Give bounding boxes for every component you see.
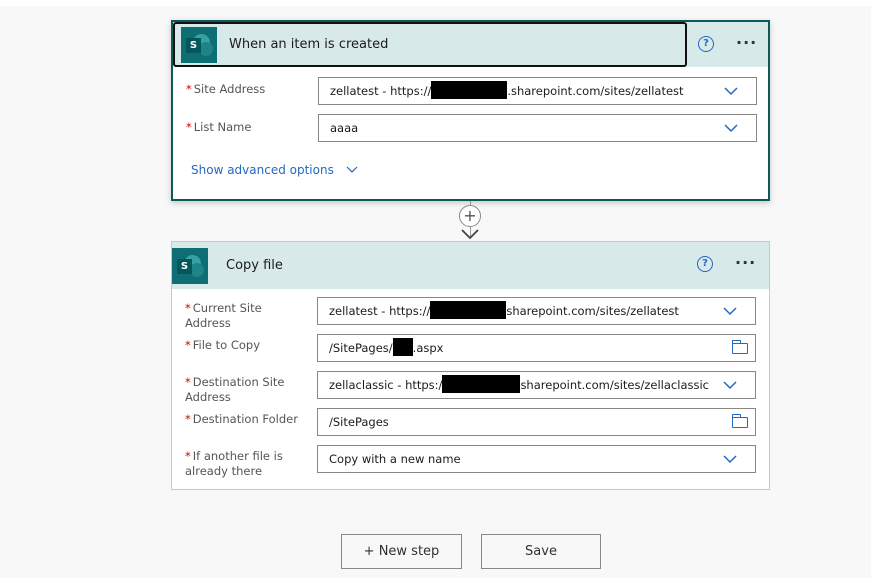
field-value: Copy with a new name	[329, 452, 461, 466]
field-value: /SitePages	[329, 415, 389, 429]
field-label: * Destination Folder	[185, 412, 298, 426]
chevron-down-icon[interactable]	[723, 304, 737, 318]
arrow-down-icon	[461, 229, 479, 240]
sharepoint-icon: S	[181, 27, 217, 63]
list-name-dropdown[interactable]: aaaa	[318, 114, 757, 142]
copy-file-title: Copy file	[226, 258, 283, 273]
field-label: * List Name	[186, 120, 252, 134]
save-button[interactable]: Save	[481, 534, 601, 569]
sharepoint-icon: S	[172, 248, 208, 284]
file-to-copy-input[interactable]: /SitePages/.aspx	[317, 334, 756, 362]
show-advanced-options-link[interactable]: Show advanced options	[191, 163, 358, 177]
copy-file-card[interactable]: S Copy file ? ··· * Current Site Address …	[171, 241, 770, 490]
chevron-down-icon[interactable]	[724, 84, 738, 98]
folder-icon[interactable]	[731, 340, 748, 354]
field-value: zellatest - https://sharepoint.com/sites…	[329, 300, 679, 319]
field-label: * Current Site Address	[185, 301, 262, 330]
field-label: * File to Copy	[185, 338, 261, 352]
top-strip	[0, 0, 871, 6]
trigger-title-box[interactable]: S When an item is created	[173, 22, 687, 67]
field-value: aaaa	[330, 121, 359, 135]
destination-folder-input[interactable]: /SitePages	[317, 408, 756, 436]
field-value: zellatest - https://.sharepoint.com/site…	[330, 80, 684, 99]
more-options-icon[interactable]: ···	[736, 33, 757, 52]
help-icon[interactable]: ?	[697, 256, 713, 272]
chevron-down-icon	[346, 166, 358, 173]
current-site-address-dropdown[interactable]: zellatest - https://sharepoint.com/sites…	[317, 297, 756, 325]
chevron-down-icon[interactable]	[723, 452, 737, 466]
chevron-down-icon[interactable]	[724, 121, 738, 135]
destination-site-address-dropdown[interactable]: zellaclassic - https:/sharepoint.com/sit…	[317, 371, 756, 399]
new-step-button[interactable]: + New step	[341, 534, 462, 569]
folder-icon[interactable]	[731, 414, 748, 428]
trigger-card[interactable]: S When an item is created ? ··· * Site Ad…	[171, 20, 770, 201]
help-icon[interactable]: ?	[698, 36, 714, 52]
field-value: /SitePages/.aspx	[329, 337, 443, 356]
chevron-down-icon[interactable]	[723, 378, 737, 392]
field-label: * Destination Site Address	[185, 375, 285, 404]
field-label: * If another file is already there	[185, 449, 283, 478]
insert-step-button[interactable]: +	[459, 205, 481, 227]
field-value: zellaclassic - https:/sharepoint.com/sit…	[329, 374, 709, 393]
copy-file-card-header[interactable]: S Copy file ? ···	[172, 242, 769, 289]
more-options-icon[interactable]: ···	[735, 253, 756, 272]
field-label: * Site Address	[186, 82, 266, 96]
trigger-card-header[interactable]: S When an item is created ? ···	[173, 22, 768, 67]
if-file-exists-dropdown[interactable]: Copy with a new name	[317, 445, 756, 473]
trigger-title: When an item is created	[229, 37, 389, 52]
site-address-dropdown[interactable]: zellatest - https://.sharepoint.com/site…	[318, 77, 757, 105]
